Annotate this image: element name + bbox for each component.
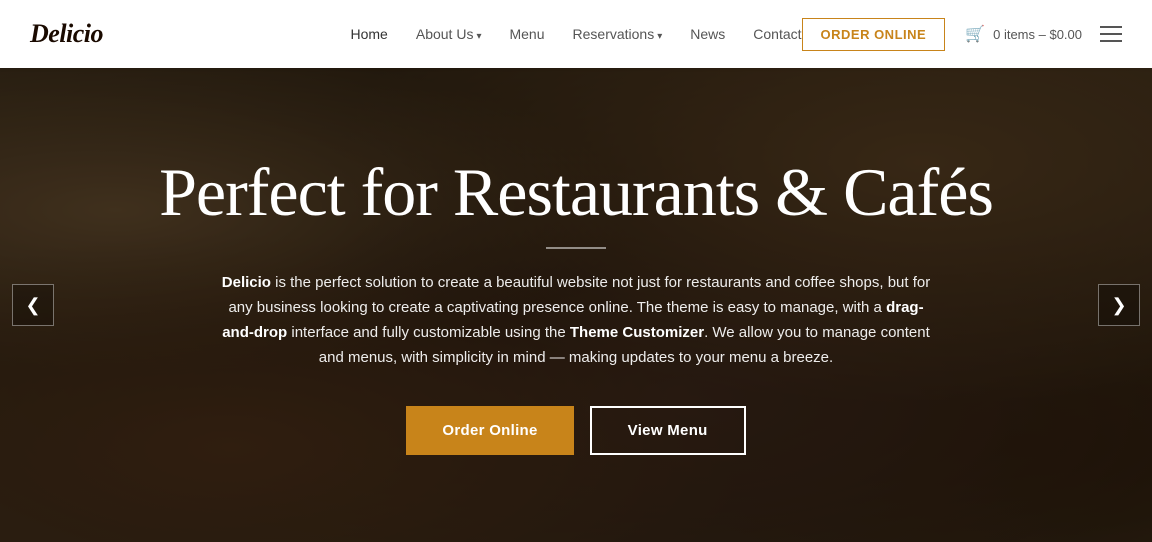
nav-contact[interactable]: Contact	[753, 26, 801, 42]
arrow-left-icon: ❮	[25, 295, 40, 316]
hero-title: Perfect for Restaurants & Cafés	[159, 155, 993, 230]
hero-prev-button[interactable]: ❮	[12, 284, 54, 326]
order-online-button[interactable]: ORDER ONLINE	[802, 18, 946, 51]
arrow-right-icon: ❯	[1111, 295, 1126, 316]
hamburger-button[interactable]	[1100, 26, 1122, 42]
brand-name-emphasis: Delicio	[222, 274, 271, 291]
nav-home[interactable]: Home	[351, 26, 388, 42]
theme-customizer-emphasis: Theme Customizer	[570, 324, 704, 341]
nav-about[interactable]: About Us▾	[416, 26, 482, 42]
nav-reservations[interactable]: Reservations▾	[573, 26, 663, 42]
site-header: Delicio Home About Us▾ Menu Reservations…	[0, 0, 1152, 68]
site-logo[interactable]: Delicio	[30, 19, 103, 49]
reservations-chevron-icon: ▾	[657, 31, 662, 42]
cart-area[interactable]: 🛒 0 items – $0.00	[965, 24, 1082, 44]
about-chevron-icon: ▾	[476, 31, 481, 42]
nav-menu[interactable]: Menu	[509, 26, 544, 42]
hero-desc-part1: is the perfect solution to create a beau…	[228, 274, 930, 316]
hamburger-line-1	[1100, 26, 1122, 28]
cart-label: 0 items – $0.00	[993, 27, 1082, 42]
hero-description: Delicio is the perfect solution to creat…	[216, 271, 936, 370]
hero-next-button[interactable]: ❯	[1098, 284, 1140, 326]
nav-news[interactable]: News	[690, 26, 725, 42]
hero-content: Perfect for Restaurants & Cafés Delicio …	[0, 68, 1152, 542]
hero-section: ❮ Perfect for Restaurants & Cafés Delici…	[0, 68, 1152, 542]
hamburger-line-2	[1100, 33, 1122, 35]
hero-buttons: Order Online View Menu	[406, 406, 745, 455]
hero-menu-button[interactable]: View Menu	[590, 406, 746, 455]
hamburger-line-3	[1100, 40, 1122, 42]
hero-divider	[546, 247, 606, 249]
cart-icon: 🛒	[965, 24, 985, 44]
hero-order-button[interactable]: Order Online	[406, 406, 573, 455]
main-nav: Home About Us▾ Menu Reservations▾ News C…	[351, 26, 802, 42]
hero-desc-part2: interface and fully customizable using t…	[287, 324, 570, 341]
